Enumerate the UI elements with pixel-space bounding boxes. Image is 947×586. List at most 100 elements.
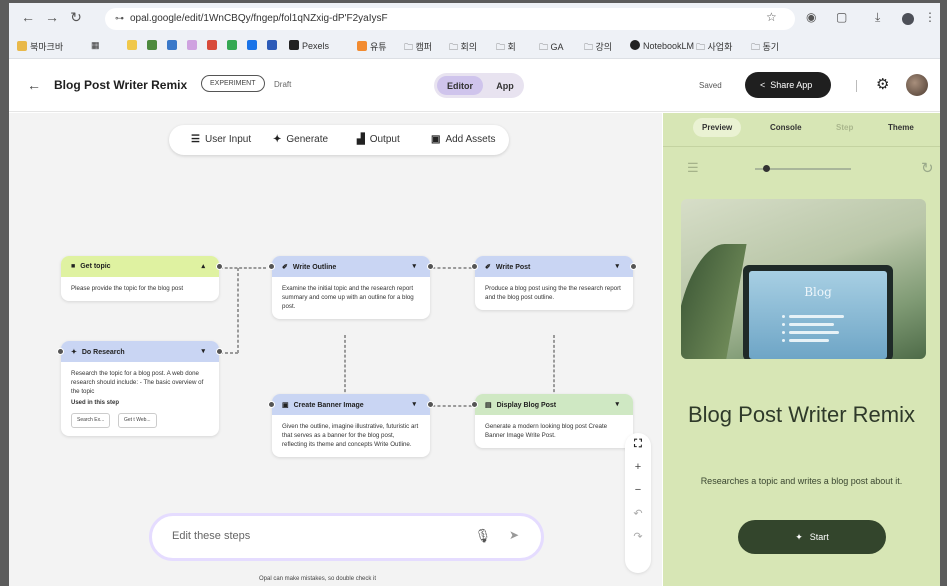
node-write-post[interactable]: ✐ Write Post ▾ Produce a blog post using t… bbox=[471, 256, 637, 310]
profile-avatar[interactable] bbox=[902, 13, 914, 25]
app-title: Blog Post Writer Remix bbox=[688, 402, 915, 427]
chevron-down-icon[interactable]: ▾ bbox=[615, 400, 619, 408]
browser-back-icon[interactable]: ← bbox=[19, 9, 37, 25]
undo-icon[interactable]: ↶ bbox=[625, 502, 651, 525]
node-description: Examine the initial topic and the resear… bbox=[282, 285, 414, 310]
input-port[interactable] bbox=[268, 401, 275, 408]
send-icon[interactable]: ➤ bbox=[509, 528, 519, 542]
page-title: Blog Post Writer Remix bbox=[54, 78, 188, 92]
browser-forward-icon[interactable]: → bbox=[43, 9, 61, 25]
input-port[interactable] bbox=[471, 401, 478, 408]
microphone-icon[interactable]: 🎙 bbox=[474, 528, 491, 544]
start-button[interactable]: ✦ Start bbox=[738, 520, 886, 554]
output-port[interactable] bbox=[216, 263, 223, 270]
back-arrow-icon[interactable]: ← bbox=[27, 77, 41, 93]
bookmark-folder[interactable]: 🗀 사업화 bbox=[696, 40, 732, 56]
bookmark-folder[interactable]: 🗀 강의 bbox=[584, 40, 612, 56]
reload-icon[interactable]: ↻ bbox=[67, 9, 85, 26]
input-port[interactable] bbox=[268, 263, 275, 270]
bookmark-folder[interactable]: 🗀 회의 bbox=[449, 40, 477, 56]
output-port[interactable] bbox=[630, 263, 637, 270]
add-assets-button[interactable]: ▣ Add Assets bbox=[431, 134, 495, 145]
editor-canvas[interactable]: ☰ User Input ✦ Generate ▟ Output ▣ Add Asset… bbox=[9, 113, 662, 586]
divider bbox=[663, 146, 940, 147]
chevron-down-icon[interactable]: ▾ bbox=[615, 262, 619, 270]
zoom-out-icon[interactable]: − bbox=[625, 479, 651, 502]
tab-theme[interactable]: Theme bbox=[888, 123, 914, 132]
tab-step[interactable]: Step bbox=[836, 123, 853, 132]
bookmark-icon[interactable] bbox=[167, 40, 180, 51]
chevron-down-icon[interactable]: ▴ bbox=[201, 262, 205, 270]
edit-steps-input[interactable]: Edit these steps 🎙 ➤ bbox=[149, 513, 544, 561]
plant-shape bbox=[681, 244, 747, 359]
node-get-topic[interactable]: ■ Get topic ▴ Please provide the topic for… bbox=[61, 256, 223, 301]
share-app-button[interactable]: < Share App bbox=[745, 72, 831, 98]
bookmark-item[interactable]: 북마크바 bbox=[17, 40, 63, 53]
bookmark-icon[interactable] bbox=[247, 40, 260, 51]
bookmarks-bar: 북마크바 ▦ Pexels 유튜 🗀 캠퍼 🗀 회의 🗀 회 🗀 GA 🗀 강의… bbox=[9, 37, 940, 55]
chevron-down-icon[interactable]: ▾ bbox=[412, 400, 416, 408]
download-icon[interactable]: ⤓ bbox=[875, 10, 880, 25]
bookmark-icon[interactable] bbox=[267, 40, 280, 51]
app-header: ← Blog Post Writer Remix EXPERIMENT Draf… bbox=[9, 60, 940, 112]
node-description: Please provide the topic for the blog po… bbox=[71, 285, 184, 292]
node-display-blog-post[interactable]: ▤ Display Blog Post ▾ Generate a modern lo… bbox=[471, 394, 633, 448]
bookmark-item[interactable]: 유튜 bbox=[357, 40, 387, 53]
input-port[interactable] bbox=[471, 263, 478, 270]
connector bbox=[220, 267, 266, 269]
bookmark-icon[interactable] bbox=[147, 40, 160, 51]
node-create-banner-image[interactable]: ▣ Create Banner Image ▾ Given the outline,… bbox=[268, 394, 434, 457]
tool-chip[interactable]: Get t Web... bbox=[117, 413, 157, 428]
bookmark-icon[interactable] bbox=[127, 40, 140, 51]
bookmark-folder[interactable]: 🗀 동기 bbox=[751, 40, 779, 56]
site-info-icon[interactable]: ⊶ bbox=[115, 13, 124, 23]
tablet-illustration: Blog bbox=[743, 265, 893, 359]
bookmark-icon[interactable] bbox=[227, 40, 240, 51]
tab-editor[interactable]: Editor bbox=[437, 76, 483, 95]
tab-app[interactable]: App bbox=[489, 76, 521, 95]
url-text: opal.google/edit/1WnCBQy/fngep/fol1qNZxi… bbox=[130, 13, 388, 24]
bookmark-folder[interactable]: 🗀 캠퍼 bbox=[404, 40, 432, 56]
output-port[interactable] bbox=[427, 401, 434, 408]
generate-icon: ✐ bbox=[282, 264, 288, 271]
browser-menu-icon[interactable]: ⋮ bbox=[924, 10, 936, 24]
refresh-icon[interactable]: ↻ bbox=[921, 159, 934, 177]
output-port[interactable] bbox=[427, 263, 434, 270]
input-port[interactable] bbox=[57, 348, 64, 355]
bookmark-star-icon[interactable]: ☆ bbox=[766, 10, 777, 24]
add-assets-icon: ▣ bbox=[431, 134, 441, 145]
saved-status: Saved bbox=[699, 81, 722, 90]
redo-icon[interactable]: ↷ bbox=[625, 525, 651, 548]
menu-icon[interactable]: ☰ bbox=[687, 160, 699, 176]
output-button[interactable]: ▟ Output bbox=[357, 134, 400, 145]
chevron-down-icon[interactable]: ▾ bbox=[412, 262, 416, 270]
tool-chip[interactable]: Search Ex... bbox=[71, 413, 111, 428]
hero-image: Blog bbox=[681, 199, 926, 359]
tab-search-icon[interactable]: ▢ bbox=[836, 10, 847, 24]
draft-label: Draft bbox=[274, 80, 292, 89]
address-bar[interactable]: ⊶ opal.google/edit/1WnCBQy/fngep/fol1qNZx… bbox=[105, 8, 795, 30]
extension-icon[interactable]: ◉ bbox=[806, 10, 816, 24]
node-write-outline[interactable]: ✐ Write Outline ▾ Examine the initial topi… bbox=[268, 256, 434, 319]
bookmark-folder[interactable]: 🗀 회 bbox=[496, 40, 516, 56]
generate-button[interactable]: ✦ Generate bbox=[273, 134, 328, 145]
bookmark-folder[interactable]: 🗀 GA bbox=[539, 40, 564, 56]
tab-preview[interactable]: Preview bbox=[693, 118, 742, 137]
node-do-research[interactable]: ✦ Do Research ▾ Research the topic for a b… bbox=[57, 341, 223, 436]
gear-icon[interactable]: ⚙ bbox=[876, 75, 889, 93]
avatar[interactable] bbox=[906, 74, 928, 96]
bookmark-icon[interactable] bbox=[207, 40, 220, 51]
fit-view-icon[interactable]: ⛶ bbox=[625, 433, 651, 456]
bookmark-icon[interactable] bbox=[187, 40, 200, 51]
slider-handle[interactable] bbox=[763, 165, 770, 172]
share-icon: < bbox=[760, 80, 766, 90]
output-port[interactable] bbox=[216, 348, 223, 355]
zoom-in-icon[interactable]: + bbox=[625, 456, 651, 479]
bookmark-item[interactable]: Pexels bbox=[289, 40, 329, 51]
bookmark-item[interactable]: NotebookLM bbox=[630, 40, 694, 51]
chevron-down-icon[interactable]: ▾ bbox=[201, 347, 205, 355]
view-toggle: Editor App bbox=[434, 73, 524, 98]
tab-console[interactable]: Console bbox=[770, 123, 802, 132]
apps-grid-icon[interactable]: ▦ bbox=[91, 40, 100, 51]
user-input-button[interactable]: ☰ User Input bbox=[191, 134, 251, 145]
